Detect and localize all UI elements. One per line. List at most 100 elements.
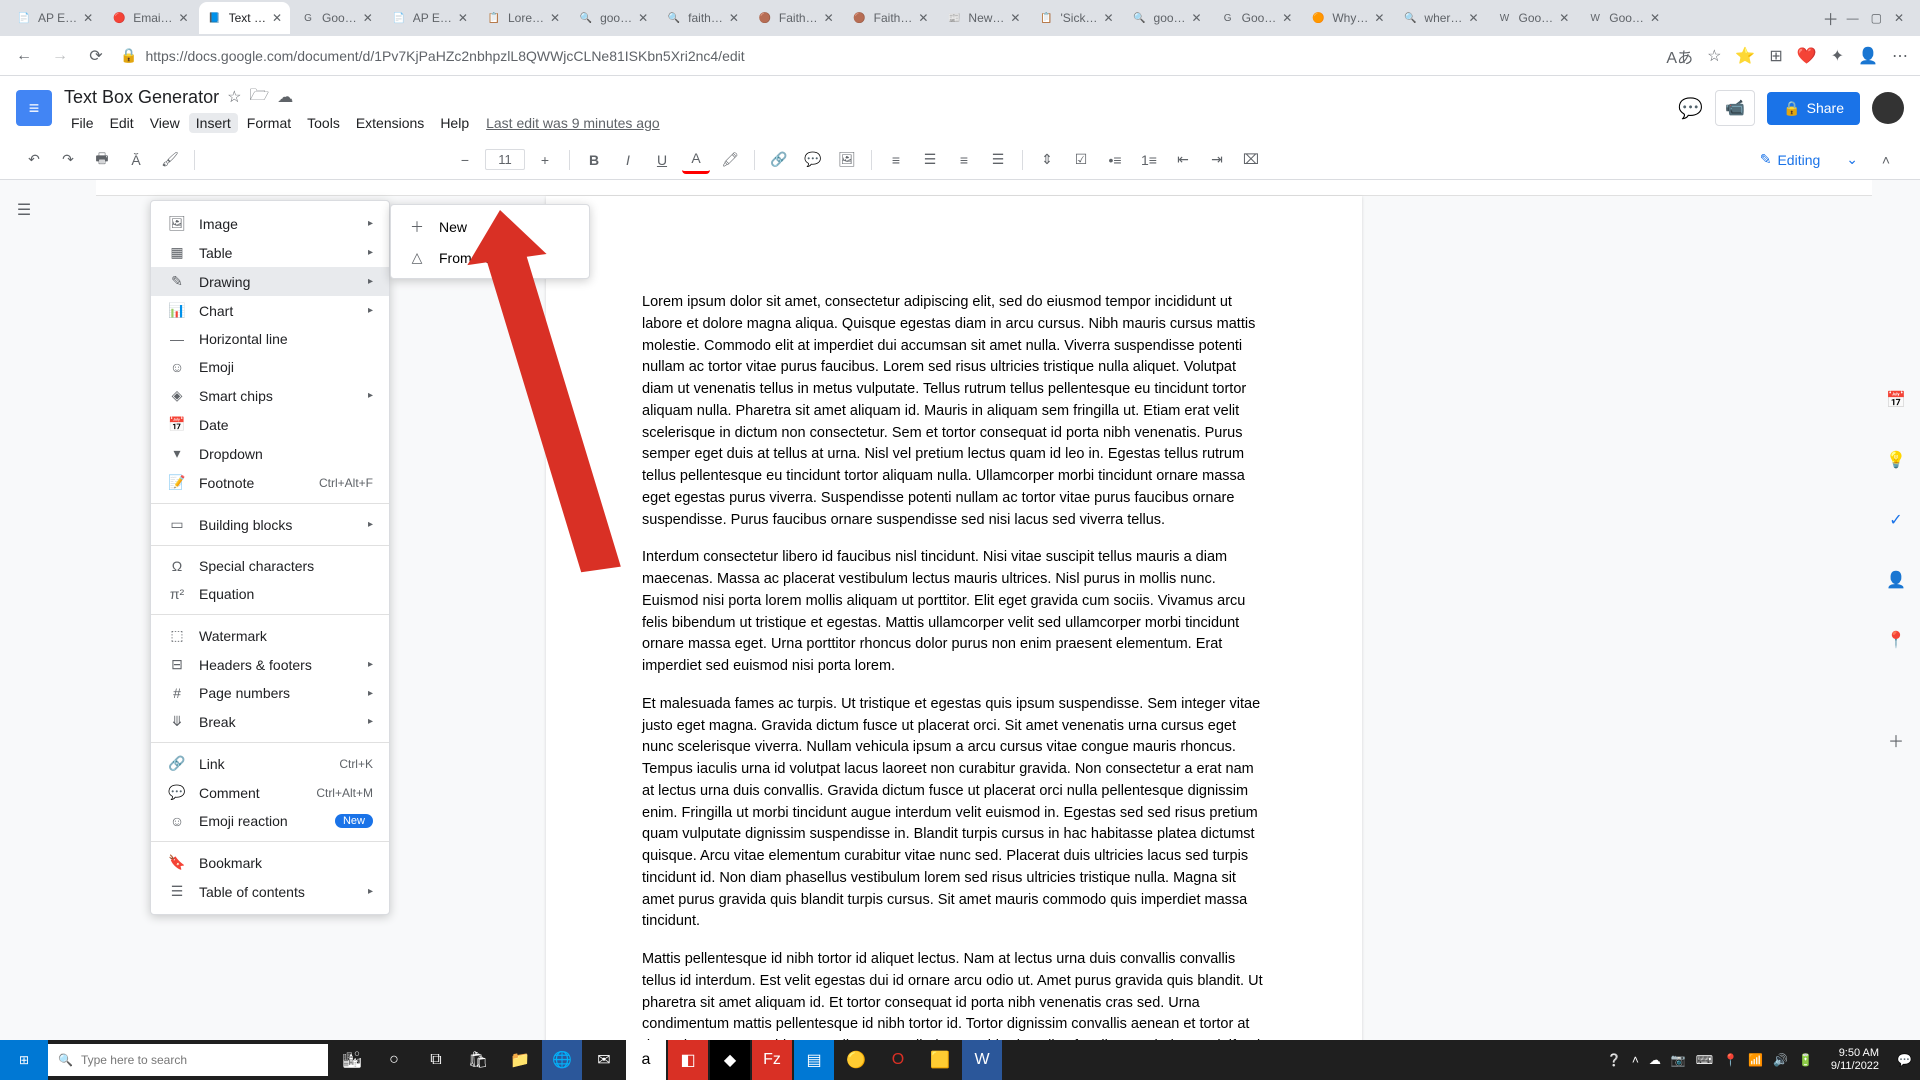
insert-menu-item-horizontal-line[interactable]: ―Horizontal line — [151, 325, 389, 353]
app-icon[interactable]: ▤ — [794, 1040, 834, 1080]
browser-tab[interactable]: 📰New…✕ — [938, 2, 1028, 34]
clear-formatting-button[interactable]: ⌧ — [1237, 146, 1265, 174]
drawing-submenu-item-new[interactable]: ＋New — [391, 211, 589, 243]
app-icon[interactable]: 🟨 — [920, 1040, 960, 1080]
menubar-item-help[interactable]: Help — [433, 113, 476, 133]
paragraph[interactable]: Lorem ipsum dolor sit amet, consectetur … — [642, 292, 1266, 531]
insert-menu-item-emoji[interactable]: ☺Emoji — [151, 353, 389, 381]
amazon-icon[interactable]: a — [626, 1040, 666, 1080]
insert-comment-button[interactable]: 💬 — [799, 146, 827, 174]
profile-icon[interactable]: 👤 — [1858, 46, 1878, 66]
close-tab-icon[interactable]: ✕ — [1374, 11, 1384, 25]
insert-menu-item-footnote[interactable]: 📝FootnoteCtrl+Alt+F — [151, 468, 389, 497]
editing-mode-button[interactable]: ✎ Editing ⌄ — [1752, 147, 1866, 172]
meet-now-icon[interactable]: 📷 — [1671, 1053, 1686, 1067]
insert-menu-item-watermark[interactable]: ⬚Watermark — [151, 621, 389, 650]
menubar-item-extensions[interactable]: Extensions — [349, 113, 431, 133]
edge-icon[interactable]: 🌐 — [542, 1040, 582, 1080]
paragraph[interactable]: Mattis pellentesque id nibh tortor id al… — [642, 949, 1266, 1040]
close-tab-icon[interactable]: ✕ — [272, 11, 282, 25]
underline-button[interactable]: U — [648, 146, 676, 174]
browser-menu-icon[interactable]: ⋯ — [1892, 46, 1908, 66]
insert-menu-item-equation[interactable]: π²Equation — [151, 580, 389, 608]
tray-chevron-icon[interactable]: ˄ — [1632, 1053, 1639, 1067]
decrease-indent-button[interactable]: ⇤ — [1169, 146, 1197, 174]
bold-button[interactable]: B — [580, 146, 608, 174]
keyboard-icon[interactable]: ⌨ — [1696, 1053, 1713, 1067]
cloud-status-icon[interactable]: ☁ — [277, 87, 293, 107]
volume-icon[interactable]: 🔊 — [1773, 1053, 1788, 1067]
collections-icon[interactable]: ⊞ — [1769, 46, 1782, 66]
browser-tab[interactable]: 🔍faith…✕ — [658, 2, 747, 34]
url-field[interactable]: 🔒 https://docs.google.com/document/d/1Pv… — [120, 47, 1654, 64]
browser-tab[interactable]: 🔴Emai…✕ — [103, 2, 196, 34]
location-icon[interactable]: 📍 — [1723, 1053, 1738, 1067]
docs-logo-icon[interactable]: ≡ — [16, 90, 52, 126]
paint-format-button[interactable]: 🖌 — [156, 146, 184, 174]
font-size-input[interactable]: 11 — [485, 149, 525, 170]
insert-menu-item-emoji-reaction[interactable]: ☺Emoji reactionNew — [151, 807, 389, 835]
insert-menu-item-bookmark[interactable]: 🔖Bookmark — [151, 848, 389, 877]
task-view-icon[interactable]: ⧉ — [416, 1040, 456, 1080]
checklist-button[interactable]: ☑ — [1067, 146, 1095, 174]
undo-button[interactable]: ↶ — [20, 146, 48, 174]
insert-menu-item-date[interactable]: 📅Date — [151, 410, 389, 439]
close-tab-icon[interactable]: ✕ — [1192, 11, 1202, 25]
align-right-button[interactable]: ≡ — [950, 146, 978, 174]
browser-tab[interactable]: WGoo…✕ — [1579, 2, 1668, 34]
insert-menu-item-drawing[interactable]: ✎Drawing▸ — [151, 267, 389, 296]
document-title[interactable]: Text Box Generator — [64, 87, 219, 108]
cortana-icon[interactable]: ○ — [374, 1040, 414, 1080]
comment-history-icon[interactable]: 💬 — [1678, 96, 1703, 121]
move-document-icon[interactable]: 🗁 — [249, 84, 269, 111]
browser-tab[interactable]: 🔍wher…✕ — [1394, 2, 1486, 34]
network-icon[interactable]: 📶 — [1748, 1053, 1763, 1067]
insert-menu-item-headers-footers[interactable]: ⊟Headers & footers▸ — [151, 650, 389, 679]
browser-tab[interactable]: 📋'Sick…✕ — [1030, 2, 1121, 34]
browser-tab[interactable]: 🟤Faith…✕ — [844, 2, 937, 34]
reload-button[interactable]: ⟳ — [84, 46, 108, 66]
redo-button[interactable]: ↷ — [54, 146, 82, 174]
close-tab-icon[interactable]: ✕ — [179, 11, 189, 25]
browser-tab[interactable]: GGoo…✕ — [1212, 2, 1301, 34]
text-color-button[interactable]: A — [682, 146, 710, 174]
last-edit-link[interactable]: Last edit was 9 minutes ago — [486, 115, 660, 131]
get-addons-icon[interactable]: ＋ — [1876, 720, 1916, 760]
browser-tab[interactable]: 📄AP E…✕ — [8, 2, 101, 34]
menubar-item-format[interactable]: Format — [240, 113, 298, 133]
back-button[interactable]: ← — [12, 47, 36, 65]
new-tab-button[interactable]: ＋ — [1817, 4, 1845, 32]
close-tab-icon[interactable]: ✕ — [363, 11, 373, 25]
taskbar-app-icon[interactable]: 🏙 — [332, 1040, 372, 1080]
insert-image-button[interactable]: 🖼 — [833, 146, 861, 174]
contacts-sidebar-icon[interactable]: 👤 — [1876, 560, 1916, 600]
align-left-button[interactable]: ≡ — [882, 146, 910, 174]
browser-tab[interactable]: 📋Lore…✕ — [478, 2, 568, 34]
keep-sidebar-icon[interactable]: 💡 — [1876, 440, 1916, 480]
italic-button[interactable]: I — [614, 146, 642, 174]
favorites-icon[interactable]: ⭐ — [1735, 46, 1755, 66]
numbered-list-button[interactable]: 1≡ — [1135, 146, 1163, 174]
insert-menu-item-table-of-contents[interactable]: ☰Table of contents▸ — [151, 877, 389, 906]
browser-tab[interactable]: 📄AP E…✕ — [383, 2, 476, 34]
star-document-icon[interactable]: ☆ — [227, 87, 241, 107]
close-tab-icon[interactable]: ✕ — [83, 11, 93, 25]
insert-menu-item-dropdown[interactable]: ▾Dropdown — [151, 439, 389, 468]
taskbar-search-input[interactable]: 🔍 Type here to search — [48, 1044, 328, 1076]
increase-indent-button[interactable]: ⇥ — [1203, 146, 1231, 174]
bulleted-list-button[interactable]: •≡ — [1101, 146, 1129, 174]
word-icon[interactable]: W — [962, 1040, 1002, 1080]
store-icon[interactable]: 🛍 — [458, 1040, 498, 1080]
extension-icon[interactable]: ❤️ — [1797, 46, 1817, 66]
app-icon[interactable]: ◆ — [710, 1040, 750, 1080]
maps-sidebar-icon[interactable]: 📍 — [1876, 620, 1916, 660]
taskbar-clock[interactable]: 9:50 AM 9/11/2022 — [1823, 1047, 1887, 1073]
start-button[interactable]: ⊞ — [0, 1040, 48, 1080]
insert-menu-item-link[interactable]: 🔗LinkCtrl+K — [151, 749, 389, 778]
align-justify-button[interactable]: ☰ — [984, 146, 1012, 174]
chrome-icon[interactable]: 🟡 — [836, 1040, 876, 1080]
menubar-item-view[interactable]: View — [143, 113, 187, 133]
insert-menu-item-table[interactable]: ▦Table▸ — [151, 238, 389, 267]
outline-toggle-icon[interactable]: ☰ — [17, 200, 31, 1040]
close-tab-icon[interactable]: ✕ — [1282, 11, 1292, 25]
